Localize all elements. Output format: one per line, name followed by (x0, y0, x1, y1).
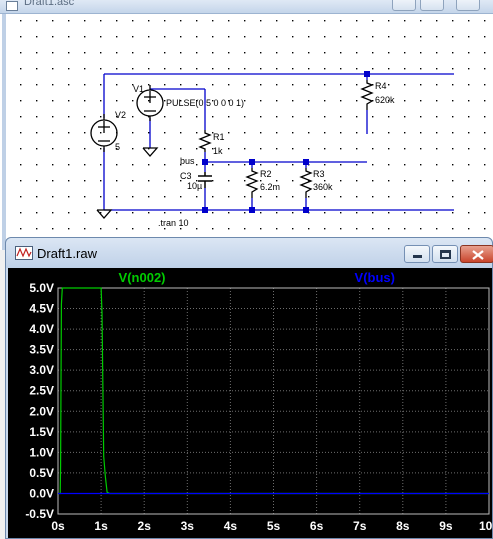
y-tick-label: 3.5V (29, 343, 54, 357)
v1-label: V1 (133, 84, 144, 94)
c3-label: C3 (180, 171, 192, 181)
x-tick-label: 4s (224, 519, 238, 533)
y-tick-label: 5.0V (29, 281, 54, 295)
y-tick-label: 2.5V (29, 384, 54, 398)
r1-value: 1k (213, 146, 223, 156)
y-tick-label: 0.0V (29, 486, 54, 500)
waveform-chart[interactable]: 5.0V 4.5V 4.0V 3.5V 3.0V 2.5V 2.0V 1.5V 1.0V 0.5V… (8, 268, 492, 538)
v2-label: V2 (115, 110, 126, 120)
y-tick-label: -0.5V (25, 507, 54, 521)
schematic-titlebar[interactable]: Draft1.asc (0, 0, 493, 14)
net-label-bus: bus (180, 156, 195, 166)
trace-label-v-bus[interactable]: V(bus) (355, 270, 395, 285)
x-tick-label: 10s (479, 519, 492, 533)
close-button[interactable] (460, 245, 493, 263)
plot-window[interactable]: Draft1.raw 5.0V 4.5V 4.0V 3.5V 3.0V 2.5V 2.0V 1… (5, 237, 493, 539)
y-tick-label: 3.0V (29, 363, 54, 377)
y-tick-label: 4.0V (29, 322, 54, 336)
r4-label: R4 (375, 81, 387, 91)
x-tick-label: 3s (181, 519, 195, 533)
y-tick-label: 2.0V (29, 404, 54, 418)
schematic-window-title: Draft1.asc (24, 0, 75, 8)
r2-label: R2 (260, 169, 272, 179)
schematic-maximize-button[interactable] (420, 0, 444, 11)
y-tick-label: 1.0V (29, 445, 54, 459)
close-icon (472, 250, 484, 260)
r3-label: R3 (313, 169, 325, 179)
plot-window-title: Draft1.raw (37, 246, 97, 261)
v2-value: 5 (115, 142, 120, 152)
x-tick-label: 0s (51, 519, 65, 533)
schematic-doc-icon (6, 1, 18, 11)
minimize-button[interactable] (404, 245, 430, 263)
y-tick-label: 4.5V (29, 302, 54, 316)
v1-value: PULSE(0 5 0 0 0 1) (166, 98, 244, 108)
r2-value: 6.2m (260, 182, 280, 192)
grid-dots (6, 14, 493, 250)
plot-area[interactable]: 5.0V 4.5V 4.0V 3.5V 3.0V 2.5V 2.0V 1.5V 1.0V 0.5V… (8, 268, 492, 538)
trace-label-v-n002[interactable]: V(n002) (119, 270, 166, 285)
r3-value: 360k (313, 182, 333, 192)
waveform-icon (15, 246, 33, 260)
maximize-button[interactable] (432, 245, 458, 263)
screen: Draft1.asc V2 5 V1 PULSE(0 5 0 0 0 1) R1… (0, 0, 493, 539)
y-tick-label: 1.5V (29, 425, 54, 439)
x-tick-label: 1s (94, 519, 108, 533)
plot-titlebar[interactable]: Draft1.raw (6, 238, 493, 268)
maximize-icon (440, 250, 451, 259)
x-tick-label: 7s (353, 519, 367, 533)
x-tick-label: 9s (439, 519, 453, 533)
r4-value: 620k (375, 95, 395, 105)
schematic-canvas[interactable]: V2 5 V1 PULSE(0 5 0 0 0 1) R1 1k bus C3 … (0, 14, 493, 250)
c3-value: 10µ (187, 181, 202, 191)
schematic-close-button[interactable] (456, 0, 480, 11)
y-tick-label: 0.5V (29, 466, 54, 480)
schematic-window[interactable]: Draft1.asc V2 5 V1 PULSE(0 5 0 0 0 1) R1… (0, 0, 493, 250)
r1-label: R1 (213, 132, 225, 142)
schematic-minimize-button[interactable] (392, 0, 416, 11)
x-tick-label: 5s (267, 519, 281, 533)
minimize-icon (413, 255, 422, 258)
tran-directive[interactable]: .tran 10 (158, 218, 189, 228)
x-tick-label: 2s (138, 519, 152, 533)
x-tick-label: 6s (310, 519, 324, 533)
x-tick-label: 8s (396, 519, 410, 533)
